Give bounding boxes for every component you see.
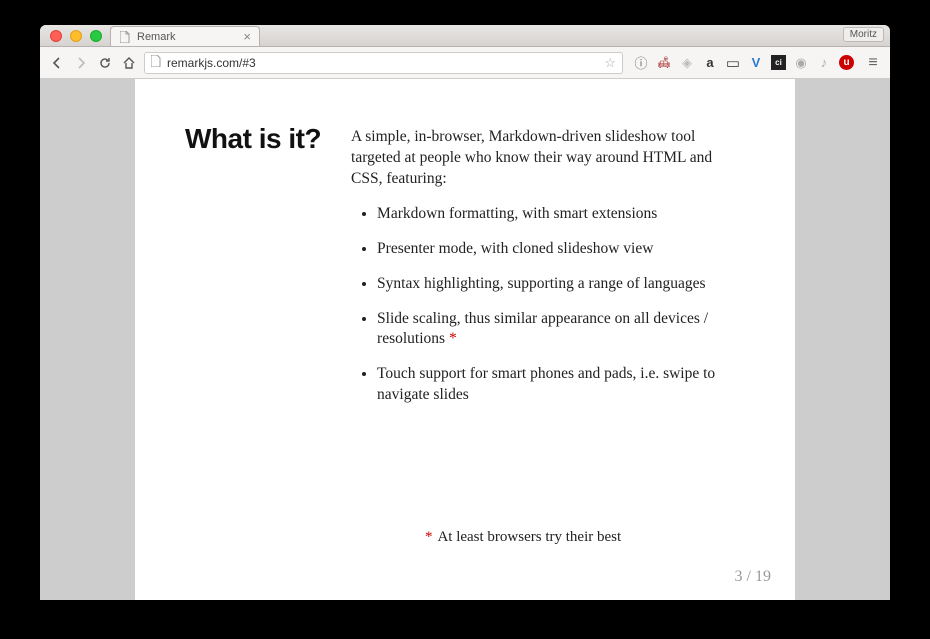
audio-extension-icon[interactable]: ♪ bbox=[816, 55, 832, 71]
couch-extension-icon[interactable]: 🛋 bbox=[656, 55, 672, 71]
close-window-button[interactable] bbox=[50, 30, 62, 42]
back-button[interactable] bbox=[48, 54, 66, 72]
window-titlebar: Remark × Moritz bbox=[40, 25, 890, 47]
tab-strip: Remark × bbox=[110, 26, 260, 46]
extension-icons: ⓘ 🛋 ◈ a ▭ V ci ◉ ♪ u bbox=[629, 55, 858, 71]
minimize-window-button[interactable] bbox=[70, 30, 82, 42]
page-viewport: What is it? A simple, in-browser, Markdo… bbox=[40, 79, 890, 600]
traffic-lights bbox=[40, 30, 102, 42]
list-item: Presenter mode, with cloned slideshow vi… bbox=[377, 239, 745, 260]
camera-extension-icon[interactable]: ◉ bbox=[793, 55, 809, 71]
list-item: Touch support for smart phones and pads,… bbox=[377, 364, 745, 406]
menu-button[interactable]: ≡ bbox=[864, 54, 882, 72]
browser-toolbar: remarkjs.com/#3 ☆ ⓘ 🛋 ◈ a ▭ V ci ◉ ♪ u ≡ bbox=[40, 47, 890, 79]
maximize-window-button[interactable] bbox=[90, 30, 102, 42]
screen-extension-icon[interactable]: ▭ bbox=[725, 55, 741, 71]
bookmark-star-icon[interactable]: ☆ bbox=[604, 55, 616, 71]
shield-extension-icon[interactable]: ◈ bbox=[679, 55, 695, 71]
home-button[interactable] bbox=[120, 54, 138, 72]
list-item: Syntax highlighting, supporting a range … bbox=[377, 274, 745, 295]
site-info-icon[interactable] bbox=[151, 55, 161, 70]
forward-button[interactable] bbox=[72, 54, 90, 72]
reload-button[interactable] bbox=[96, 54, 114, 72]
address-bar[interactable]: remarkjs.com/#3 ☆ bbox=[144, 52, 623, 74]
slide-content: What is it? A simple, in-browser, Markdo… bbox=[185, 127, 745, 420]
footnote-asterisk: * bbox=[449, 330, 457, 347]
footnote-marker: * bbox=[425, 529, 433, 545]
slide[interactable]: What is it? A simple, in-browser, Markdo… bbox=[135, 79, 795, 600]
ci-extension-icon[interactable]: ci bbox=[771, 55, 786, 70]
v-extension-icon[interactable]: V bbox=[748, 55, 764, 71]
browser-window: Remark × Moritz remarkjs.com/#3 ☆ ⓘ 🛋 bbox=[40, 25, 890, 600]
info-extension-icon[interactable]: ⓘ bbox=[633, 55, 649, 71]
list-item: Slide scaling, thus similar appearance o… bbox=[377, 309, 745, 351]
ublock-extension-icon[interactable]: u bbox=[839, 55, 854, 70]
tab-title: Remark bbox=[137, 31, 176, 43]
slide-page-number: 3 / 19 bbox=[735, 568, 771, 586]
slide-footnote: * At least browsers try their best bbox=[425, 529, 621, 546]
footnote-text: At least browsers try their best bbox=[437, 529, 621, 545]
page-icon bbox=[119, 31, 131, 43]
slide-heading: What is it? bbox=[185, 123, 321, 420]
slide-body: A simple, in-browser, Markdown-driven sl… bbox=[351, 127, 745, 420]
url-text: remarkjs.com/#3 bbox=[167, 56, 256, 70]
close-tab-icon[interactable]: × bbox=[243, 29, 251, 44]
profile-button[interactable]: Moritz bbox=[843, 27, 884, 42]
slide-intro: A simple, in-browser, Markdown-driven sl… bbox=[351, 127, 745, 190]
amazon-extension-icon[interactable]: a bbox=[702, 55, 718, 71]
list-item: Markdown formatting, with smart extensio… bbox=[377, 204, 745, 225]
browser-tab[interactable]: Remark × bbox=[110, 26, 260, 46]
slide-bullets: Markdown formatting, with smart extensio… bbox=[351, 204, 745, 406]
